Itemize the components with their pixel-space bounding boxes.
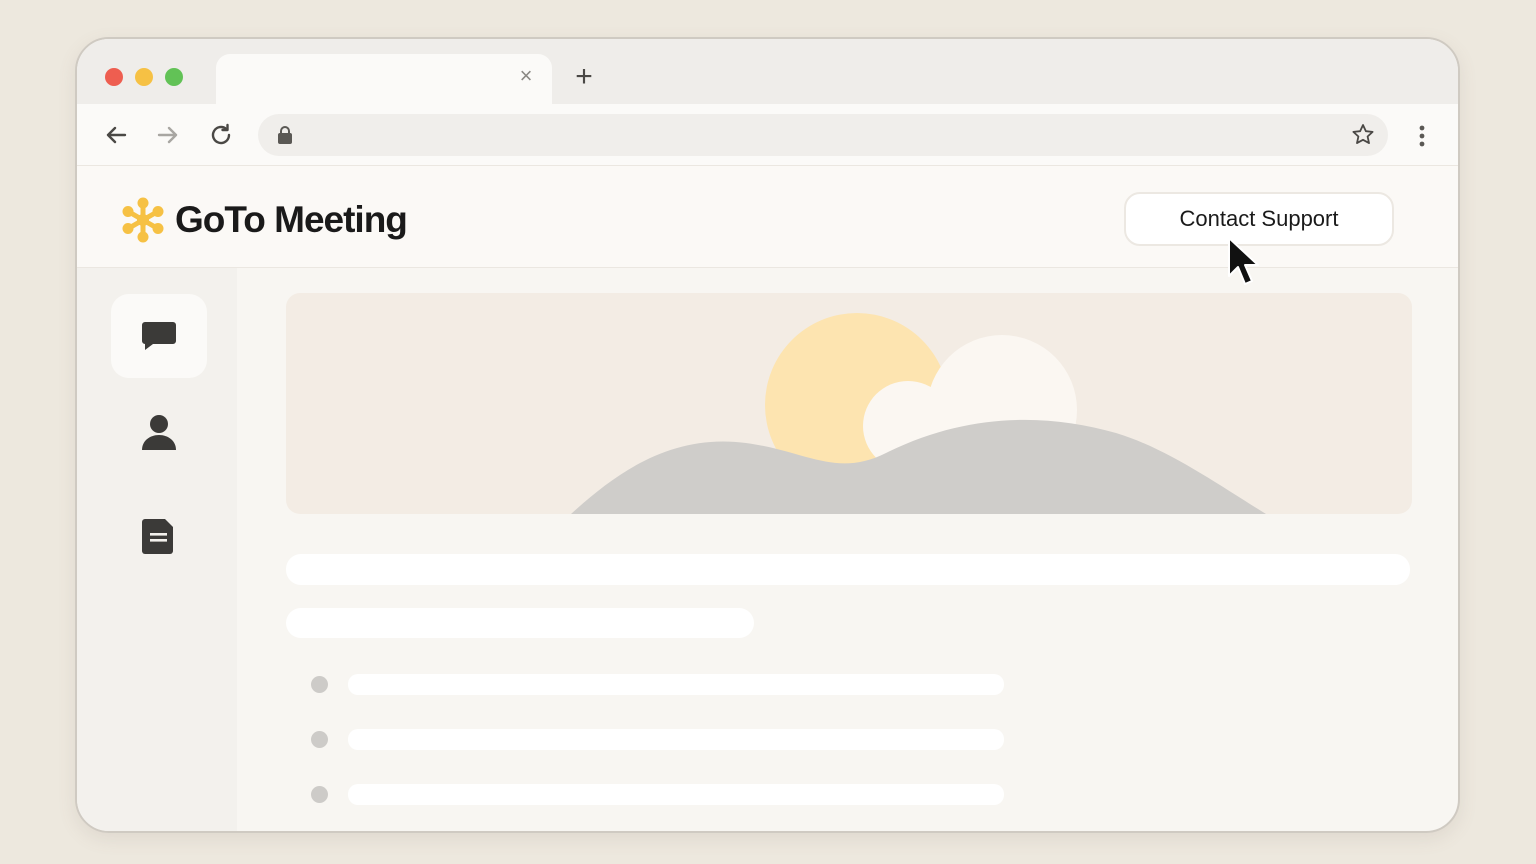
close-window-button[interactable]: [105, 68, 123, 86]
list-item-placeholder: [348, 674, 1004, 695]
asterisk-logo-icon: [122, 197, 164, 243]
text-placeholder-line: [286, 608, 754, 638]
sidebar-item-chat[interactable]: [111, 294, 207, 378]
chat-bubble-icon: [142, 322, 176, 350]
minimize-window-button[interactable]: [135, 68, 153, 86]
browser-tab[interactable]: ×: [216, 54, 552, 106]
star-icon[interactable]: [1350, 122, 1376, 148]
kebab-menu-icon[interactable]: [1410, 124, 1434, 148]
sidebar-item-profile[interactable]: [111, 390, 207, 474]
list-bullet: [311, 731, 328, 748]
person-icon: [142, 415, 176, 450]
back-arrow-icon[interactable]: [101, 120, 131, 150]
forward-arrow-icon[interactable]: [153, 120, 183, 150]
document-icon: [142, 519, 173, 554]
browser-window: × + GoTo Meeting Contact Support: [75, 37, 1460, 833]
list-bullet: [311, 786, 328, 803]
list-bullet: [311, 676, 328, 693]
browser-toolbar: [77, 104, 1458, 166]
sidebar: [77, 268, 237, 831]
mouse-cursor-icon: [1228, 237, 1259, 285]
text-placeholder-line: [286, 554, 1410, 585]
maximize-window-button[interactable]: [165, 68, 183, 86]
reload-icon[interactable]: [206, 120, 236, 150]
address-bar[interactable]: [258, 114, 1388, 156]
hero-image-placeholder: [286, 293, 1412, 514]
lock-icon: [276, 125, 294, 145]
goto-meeting-logo[interactable]: GoTo Meeting: [119, 194, 408, 246]
new-tab-button[interactable]: +: [569, 62, 599, 93]
close-tab-icon[interactable]: ×: [514, 64, 538, 88]
tab-strip: × +: [77, 39, 1458, 106]
list-item-placeholder: [348, 784, 1004, 805]
sidebar-item-documents[interactable]: [111, 494, 207, 578]
list-item-placeholder: [348, 729, 1004, 750]
landscape-illustration: [571, 313, 1266, 514]
logo-text: GoTo Meeting: [175, 199, 408, 240]
